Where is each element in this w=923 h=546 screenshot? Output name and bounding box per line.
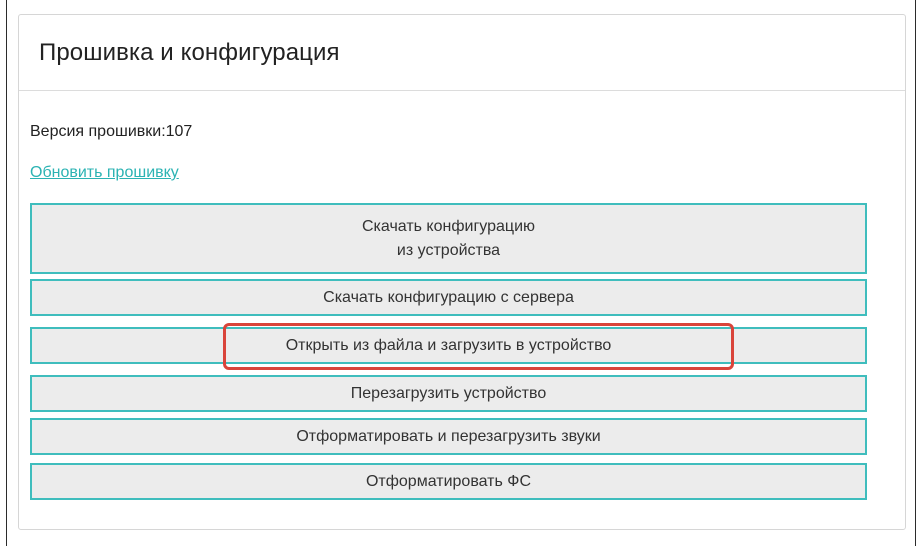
open-file-upload-to-device-label: Открыть из файла и загрузить в устройств… [285,336,612,354]
download-config-from-device-label-line2: из устройства [396,241,501,259]
format-reload-sounds-button[interactable]: Отформатировать и перезагрузить звуки [30,418,867,455]
download-config-from-server-label: Скачать конфигурацию с сервера [323,288,574,306]
format-fs-label: Отформатировать ФС [365,472,532,490]
window-right-border [915,0,916,546]
format-reload-sounds-label: Отформатировать и перезагрузить звуки [296,427,601,445]
download-config-from-device-button[interactable]: Скачать конфигурацию из устройства [30,203,867,274]
download-config-from-device-label-line1: Скачать конфигурацию [361,217,535,235]
format-fs-button[interactable]: Отформатировать ФС [30,463,867,500]
panel-title: Прошивка и конфигурация [39,38,340,66]
panel-header: Прошивка и конфигурация [19,15,905,91]
open-file-upload-to-device-button[interactable]: Открыть из файла и загрузить в устройств… [30,327,867,364]
window-left-border [6,0,7,546]
download-config-from-server-button[interactable]: Скачать конфигурацию с сервера [30,279,867,316]
reboot-device-label: Перезагрузить устройство [350,384,547,402]
update-firmware-link[interactable]: Обновить прошивку [30,164,179,182]
firmware-version-label: Версия прошивки:107 [30,123,193,140]
reboot-device-button[interactable]: Перезагрузить устройство [30,375,867,412]
